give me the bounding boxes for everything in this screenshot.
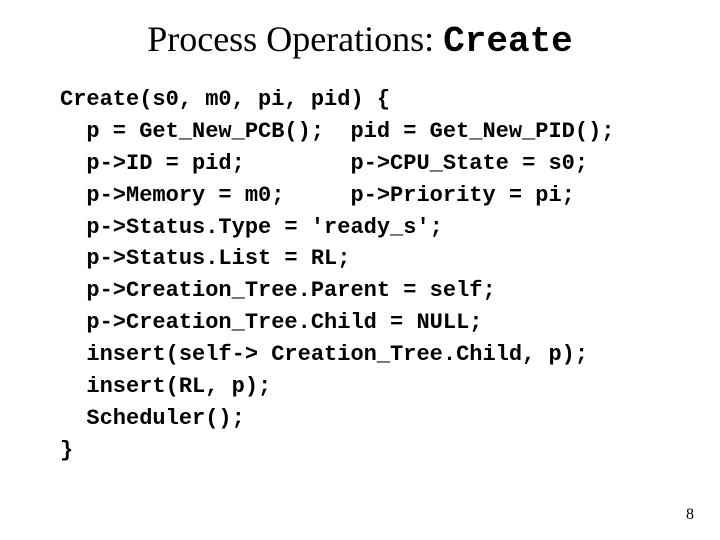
code-line: p->Memory = m0; p->Priority = pi; bbox=[60, 183, 575, 208]
code-line: p->ID = pid; p->CPU_State = s0; bbox=[60, 151, 588, 176]
code-line: insert(RL, p); bbox=[60, 374, 271, 399]
code-line: p->Creation_Tree.Parent = self; bbox=[60, 278, 496, 303]
code-line: insert(self-> Creation_Tree.Child, p); bbox=[60, 342, 588, 367]
slide: Process Operations: Create Create(s0, m0… bbox=[0, 0, 720, 467]
code-line: p->Status.Type = 'ready_s'; bbox=[60, 215, 443, 240]
code-line: Scheduler(); bbox=[60, 406, 245, 431]
code-line: p = Get_New_PCB(); pid = Get_New_PID(); bbox=[60, 119, 615, 144]
code-line: p->Status.List = RL; bbox=[60, 246, 350, 271]
code-line: } bbox=[60, 438, 73, 463]
code-line: p->Creation_Tree.Child = NULL; bbox=[60, 310, 482, 335]
slide-title: Process Operations: Create bbox=[60, 18, 660, 62]
code-block: Create(s0, m0, pi, pid) { p = Get_New_PC… bbox=[60, 84, 660, 467]
title-prefix: Process Operations: bbox=[147, 19, 443, 59]
title-mono: Create bbox=[443, 21, 573, 62]
code-line: Create(s0, m0, pi, pid) { bbox=[60, 87, 390, 112]
page-number: 8 bbox=[686, 506, 694, 524]
